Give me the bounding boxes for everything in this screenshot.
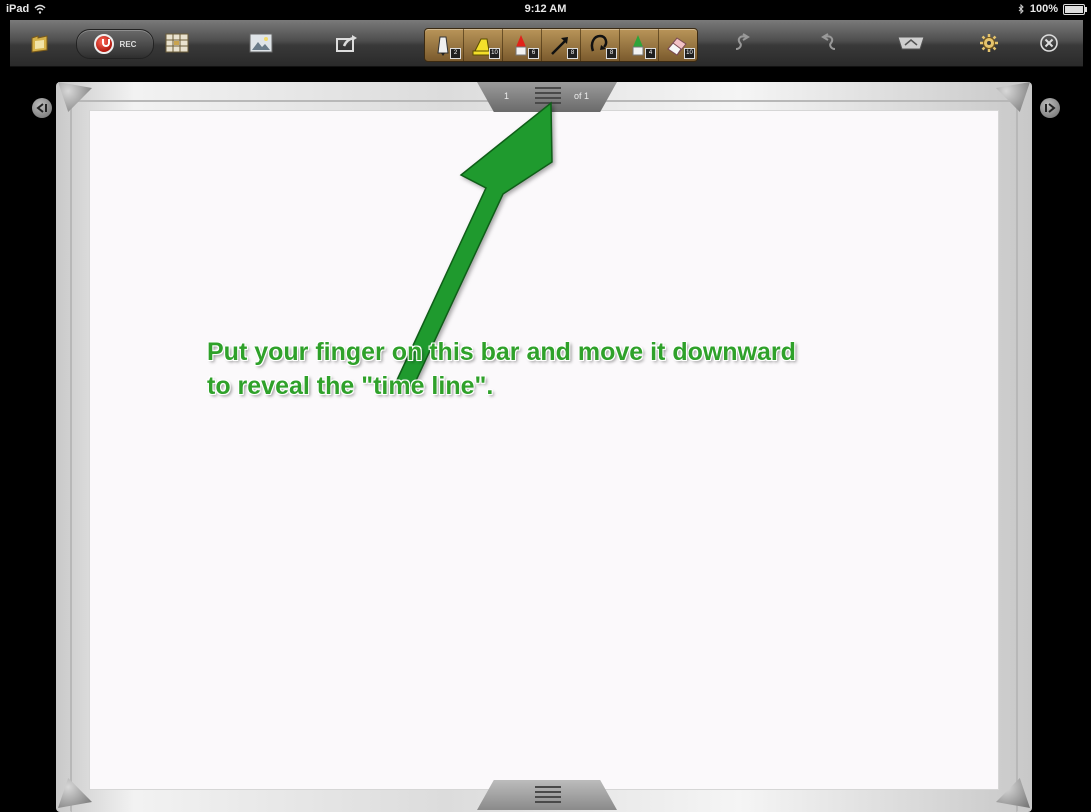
image-icon bbox=[249, 33, 273, 53]
bottom-drag-handle[interactable] bbox=[535, 786, 561, 804]
tool-marker-red-badge: 6 bbox=[528, 48, 539, 59]
total-pages: of 1 bbox=[574, 91, 590, 101]
bottom-drag-tab[interactable] bbox=[477, 780, 617, 810]
tool-pen-badge: 2 bbox=[450, 48, 461, 59]
record-power-icon bbox=[93, 34, 114, 54]
tool-highlighter[interactable]: 10 bbox=[464, 29, 503, 61]
page-indicator-tab: 1 of 1 bbox=[477, 82, 617, 112]
clear-board-button[interactable] bbox=[893, 28, 929, 58]
close-button[interactable] bbox=[1036, 28, 1062, 58]
battery-percent: 100% bbox=[1029, 3, 1058, 15]
previous-page-icon bbox=[36, 103, 47, 113]
tool-eraser-badge: 10 bbox=[684, 48, 695, 59]
background-grid-button[interactable] bbox=[162, 28, 192, 58]
tool-marker-red[interactable]: 6 bbox=[503, 29, 542, 61]
instruction-annotation: Put your finger on this bar and move it … bbox=[207, 335, 927, 403]
tool-lasso[interactable]: 8 bbox=[581, 29, 620, 61]
tool-arrow-badge: 8 bbox=[567, 48, 578, 59]
tool-marker-green-badge: 4 bbox=[645, 48, 656, 59]
status-bar: iPad 9:12 AM 100% bbox=[0, 0, 1091, 20]
annotation-line-2: to reveal the "time line". bbox=[207, 372, 494, 400]
redo-icon bbox=[821, 33, 836, 50]
next-page-button[interactable] bbox=[1040, 98, 1060, 118]
next-page-icon bbox=[1045, 103, 1056, 113]
documents-button[interactable] bbox=[26, 28, 54, 58]
status-right: 100% bbox=[1018, 3, 1087, 15]
share-icon bbox=[336, 35, 357, 52]
drawing-tools-group: 2 10 6 8 8 4 10 bbox=[424, 28, 698, 62]
redo-button[interactable] bbox=[815, 28, 843, 58]
settings-button[interactable] bbox=[976, 28, 1002, 58]
tool-marker-green[interactable]: 4 bbox=[620, 29, 659, 61]
grid-background-icon bbox=[165, 33, 189, 53]
tool-highlighter-badge: 10 bbox=[489, 48, 500, 59]
record-button[interactable]: REC bbox=[76, 29, 154, 59]
share-button[interactable] bbox=[332, 28, 362, 58]
whiteboard-canvas[interactable] bbox=[89, 110, 999, 790]
undo-icon bbox=[735, 33, 750, 50]
status-time: 9:12 AM bbox=[524, 3, 567, 15]
gear-icon bbox=[980, 34, 998, 52]
close-icon bbox=[1040, 34, 1058, 52]
tool-arrow[interactable]: 8 bbox=[542, 29, 581, 61]
tool-lasso-badge: 8 bbox=[606, 48, 617, 59]
timeline-drag-handle[interactable] bbox=[535, 87, 561, 105]
main-toolbar: REC 2 10 6 8 8 4 10 bbox=[10, 20, 1083, 67]
battery-icon bbox=[1063, 3, 1087, 15]
previous-page-button[interactable] bbox=[32, 98, 52, 118]
clear-board-icon bbox=[897, 36, 925, 50]
folder-icon bbox=[31, 35, 48, 53]
tool-pen[interactable]: 2 bbox=[425, 29, 464, 61]
bluetooth-icon bbox=[1018, 3, 1024, 14]
record-label: REC bbox=[119, 39, 137, 49]
tool-eraser[interactable]: 10 bbox=[659, 29, 697, 61]
undo-button[interactable] bbox=[728, 28, 756, 58]
current-page-number: 1 bbox=[504, 91, 510, 101]
insert-image-button[interactable] bbox=[246, 28, 276, 58]
annotation-line-1: Put your finger on this bar and move it … bbox=[207, 338, 796, 366]
